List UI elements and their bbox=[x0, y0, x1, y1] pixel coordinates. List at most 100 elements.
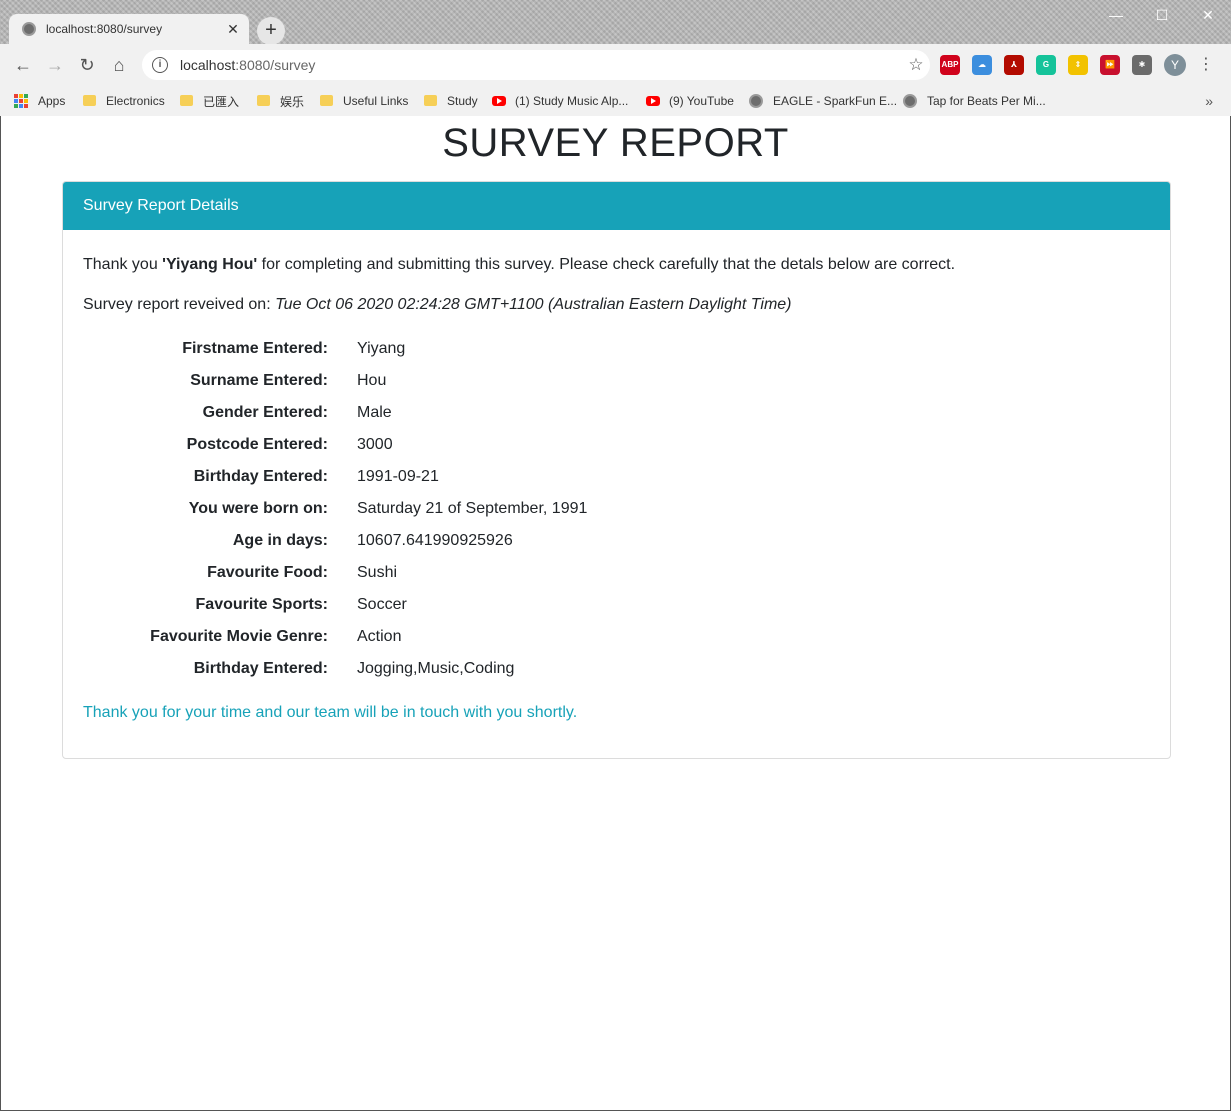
page-title: SURVEY REPORT bbox=[442, 121, 789, 165]
detail-row: Favourite Sports: Soccer bbox=[83, 589, 1150, 621]
info-icon[interactable]: i bbox=[152, 57, 168, 73]
pdf-icon[interactable]: ⅄ bbox=[1004, 55, 1024, 75]
youtube-icon bbox=[646, 96, 660, 106]
url-text[interactable]: localhost:8080/survey bbox=[180, 57, 902, 73]
detail-label: Favourite Movie Genre: bbox=[150, 628, 328, 645]
tab-title: localhost:8080/survey bbox=[46, 22, 163, 36]
intro-text: Thank you 'Yiyang Hou' for completing an… bbox=[83, 253, 1150, 277]
intro-name: 'Yiyang Hou' bbox=[162, 256, 258, 273]
more-bookmarks-icon[interactable]: » bbox=[1205, 93, 1213, 109]
folder-icon bbox=[257, 94, 270, 106]
detail-label: Gender Entered: bbox=[202, 404, 328, 421]
intro-suffix: for completing and submitting this surve… bbox=[257, 256, 956, 273]
folder-icon bbox=[424, 94, 437, 106]
adblock-icon[interactable]: ABP bbox=[940, 55, 960, 75]
profile-avatar[interactable]: Y bbox=[1164, 54, 1186, 76]
bookmark-label: 娱乐 bbox=[280, 94, 305, 109]
received-date: Tue Oct 06 2020 02:24:28 GMT+1100 (Austr… bbox=[275, 296, 792, 313]
media-icon[interactable]: ⏩ bbox=[1100, 55, 1120, 75]
received-prefix: Survey report reveived on: bbox=[83, 296, 276, 313]
detail-row: Firstname Entered: Yiyang bbox=[83, 333, 1150, 365]
bookmark-label: Electronics bbox=[106, 94, 165, 108]
icloud-icon[interactable]: ☁ bbox=[972, 55, 992, 75]
bookmark-item[interactable]: Study bbox=[424, 94, 478, 108]
detail-label: Favourite Sports: bbox=[195, 596, 328, 613]
url-host: localhost bbox=[180, 57, 236, 73]
bookmark-item[interactable]: (1) Study Music Alp... bbox=[492, 94, 628, 108]
browser-chrome: localhost:8080/survey ✕ + — ☐ ✕ ← → ↻ ⌂ … bbox=[0, 0, 1231, 116]
detail-label: You were born on: bbox=[188, 500, 328, 517]
close-tab-icon[interactable]: ✕ bbox=[223, 21, 243, 38]
bookmark-label: Apps bbox=[38, 94, 66, 108]
detail-row: Age in days: 10607.641990925926 bbox=[83, 525, 1150, 557]
detail-row: Favourite Food: Sushi bbox=[83, 557, 1150, 589]
youtube-icon bbox=[492, 96, 506, 106]
detail-row: Surname Entered: Hou bbox=[83, 365, 1150, 397]
intro-prefix: Thank you bbox=[83, 256, 163, 273]
globe-icon bbox=[903, 94, 917, 108]
report-card: Survey Report Details Thank you 'Yiyang … bbox=[62, 181, 1171, 759]
detail-value: 10607.641990925926 bbox=[357, 532, 513, 549]
bookmark-label: EAGLE - SparkFun E... bbox=[773, 94, 898, 108]
reload-icon: ↻ bbox=[79, 55, 95, 75]
detail-label: Birthday Entered: bbox=[193, 468, 328, 485]
arrow-right-icon: → bbox=[46, 55, 64, 75]
bookmark-item[interactable]: Electronics bbox=[83, 94, 165, 108]
maximize-button[interactable]: ☐ bbox=[1139, 0, 1185, 30]
detail-row: Favourite Movie Genre: Action bbox=[83, 621, 1150, 653]
menu-dots-icon[interactable]: ⋮ bbox=[1198, 55, 1214, 75]
apps-grid-icon bbox=[14, 94, 28, 108]
globe-icon bbox=[22, 22, 36, 36]
grammarly-icon[interactable]: G bbox=[1036, 55, 1056, 75]
card-header: Survey Report Details bbox=[63, 182, 1170, 230]
card-body: Thank you 'Yiyang Hou' for completing an… bbox=[63, 230, 1170, 745]
extensions-bar: ABP ☁ ⅄ G ⇕ ⏩ ✱ Y ⋮ bbox=[940, 54, 1214, 76]
detail-value: Male bbox=[357, 404, 392, 421]
closing-message: Thank you for your time and our team wil… bbox=[83, 704, 578, 721]
puzzle-icon[interactable]: ✱ bbox=[1132, 55, 1152, 75]
detail-label: Age in days: bbox=[232, 532, 328, 549]
bookmark-label: (9) YouTube bbox=[669, 94, 734, 108]
tab-strip: localhost:8080/survey ✕ + — ☐ ✕ bbox=[0, 0, 1231, 45]
bookmark-label: 已匯入 bbox=[203, 94, 240, 109]
back-button[interactable]: ← bbox=[9, 51, 37, 79]
detail-value: Hou bbox=[357, 372, 387, 389]
detail-value: 3000 bbox=[357, 436, 393, 453]
globe-icon bbox=[749, 94, 763, 108]
bookmark-item[interactable]: (9) YouTube bbox=[646, 94, 734, 108]
bookmark-item[interactable]: Useful Links bbox=[320, 94, 408, 108]
home-button[interactable]: ⌂ bbox=[105, 51, 133, 79]
browser-tab[interactable]: localhost:8080/survey ✕ bbox=[9, 14, 249, 44]
detail-value: Sushi bbox=[357, 564, 398, 581]
bookmark-label: (1) Study Music Alp... bbox=[515, 94, 629, 108]
detail-row: You were born on: Saturday 21 of Septembe… bbox=[83, 493, 1150, 525]
folder-icon bbox=[320, 94, 333, 106]
arrows-icon[interactable]: ⇕ bbox=[1068, 55, 1088, 75]
detail-value: Jogging,Music,Coding bbox=[357, 660, 515, 677]
detail-label: Birthday Entered: bbox=[193, 660, 328, 677]
detail-label: Firstname Entered: bbox=[182, 340, 328, 357]
browser-toolbar: ← → ↻ ⌂ i localhost:8080/survey ☆ ABP ☁ ⅄ G… bbox=[0, 44, 1231, 86]
bookmark-item[interactable]: Apps bbox=[14, 94, 65, 108]
reload-button[interactable]: ↻ bbox=[73, 51, 101, 79]
home-icon: ⌂ bbox=[113, 55, 125, 75]
bookmark-label: Study bbox=[447, 94, 478, 108]
bookmark-item[interactable]: EAGLE - SparkFun E... bbox=[749, 94, 897, 108]
window-controls: — ☐ ✕ bbox=[1093, 0, 1231, 30]
address-bar[interactable]: i localhost:8080/survey ☆ bbox=[142, 50, 930, 80]
bookmark-star-icon[interactable]: ☆ bbox=[902, 55, 930, 75]
detail-label: Favourite Food: bbox=[207, 564, 328, 581]
bookmark-item[interactable]: 娱乐 bbox=[257, 93, 304, 110]
detail-value: 1991-09-21 bbox=[357, 468, 439, 485]
folder-icon bbox=[180, 94, 193, 106]
bookmark-item[interactable]: 已匯入 bbox=[180, 93, 239, 110]
new-tab-button[interactable]: + bbox=[257, 17, 285, 45]
close-window-button[interactable]: ✕ bbox=[1185, 0, 1231, 30]
bookmark-item[interactable]: Tap for Beats Per Mi... bbox=[903, 94, 1046, 108]
details-list: Firstname Entered: Yiyang Surname Entered:… bbox=[83, 333, 1150, 685]
minimize-button[interactable]: — bbox=[1093, 0, 1139, 30]
detail-value: Action bbox=[357, 628, 402, 645]
forward-button[interactable]: → bbox=[41, 51, 69, 79]
detail-row: Birthday Entered: 1991-09-21 bbox=[83, 461, 1150, 493]
detail-row: Postcode Entered: 3000 bbox=[83, 429, 1150, 461]
